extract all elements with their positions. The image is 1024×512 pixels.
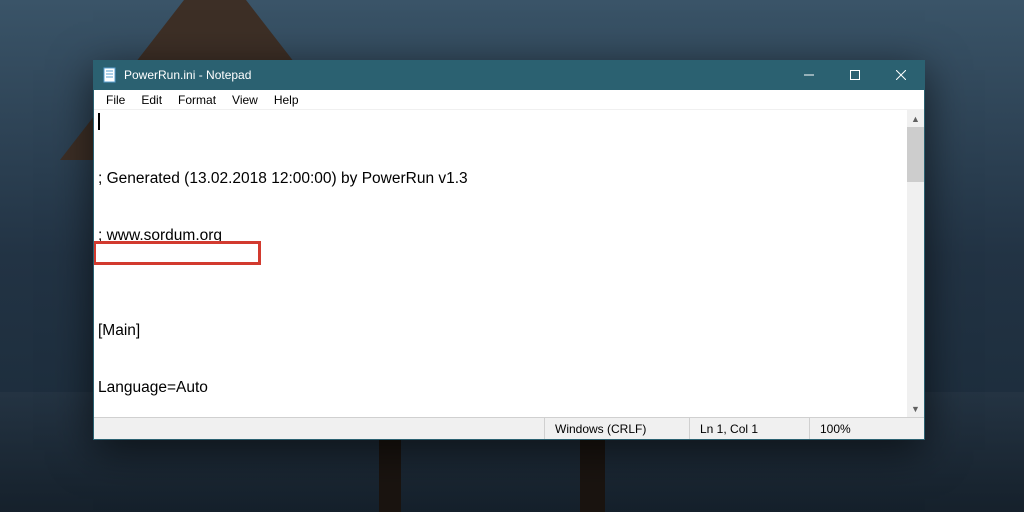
status-encoding: Windows (CRLF) <box>544 418 689 439</box>
window-title: PowerRun.ini - Notepad <box>124 68 251 82</box>
editor-line: Language=Auto <box>98 378 903 397</box>
close-button[interactable] <box>878 60 924 90</box>
menu-help[interactable]: Help <box>266 91 307 109</box>
vertical-scrollbar[interactable]: ▲ ▼ <box>907 110 924 417</box>
menu-edit[interactable]: Edit <box>133 91 170 109</box>
minimize-button[interactable] <box>786 60 832 90</box>
menu-file[interactable]: File <box>98 91 133 109</box>
scroll-up-icon[interactable]: ▲ <box>907 110 924 127</box>
editor-line: [Main] <box>98 321 903 340</box>
maximize-button[interactable] <box>832 60 878 90</box>
statusbar: Windows (CRLF) Ln 1, Col 1 100% <box>94 417 924 439</box>
editor-line: ; www.sordum.org <box>98 226 903 245</box>
editor-line: ; Generated (13.02.2018 12:00:00) by Pow… <box>98 169 903 188</box>
scroll-thumb[interactable] <box>907 127 924 182</box>
scroll-down-icon[interactable]: ▼ <box>907 400 924 417</box>
status-zoom: 100% <box>809 418 924 439</box>
text-caret <box>98 113 100 130</box>
menu-view[interactable]: View <box>224 91 266 109</box>
status-position: Ln 1, Col 1 <box>689 418 809 439</box>
notepad-icon <box>102 67 118 83</box>
text-editor[interactable]: ; Generated (13.02.2018 12:00:00) by Pow… <box>94 110 907 417</box>
menu-format[interactable]: Format <box>170 91 224 109</box>
notepad-window: PowerRun.ini - Notepad File Edit Format … <box>93 60 925 440</box>
menubar: File Edit Format View Help <box>94 90 924 110</box>
titlebar[interactable]: PowerRun.ini - Notepad <box>94 60 924 90</box>
